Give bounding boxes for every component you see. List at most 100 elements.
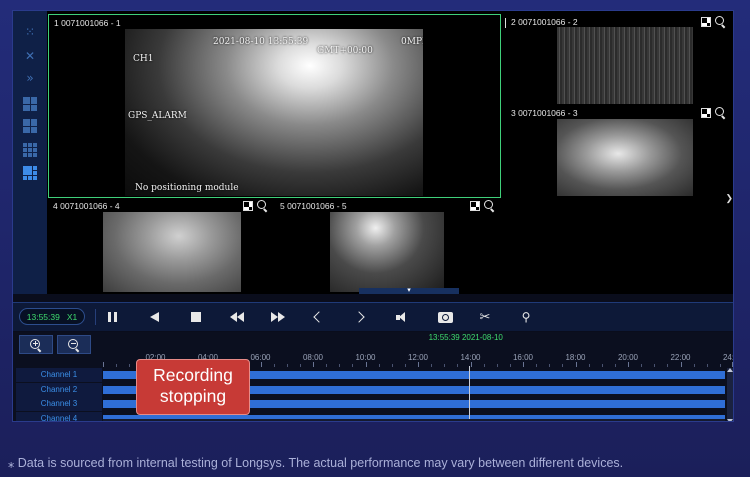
tick-mark xyxy=(129,364,131,367)
chevron-left-icon xyxy=(313,311,325,323)
osd-speed: 0MPH xyxy=(401,37,423,47)
video-cell-2[interactable]: 2 0071001066 - 2 xyxy=(506,14,732,106)
fullscreen-toggle-icon[interactable] xyxy=(470,200,480,211)
rewind-button[interactable] xyxy=(229,310,245,324)
tick-label: 16:00 xyxy=(512,353,534,362)
osd-channel: CH1 xyxy=(133,54,154,64)
zoom-icon[interactable] xyxy=(484,200,495,211)
tick-mark xyxy=(313,362,314,367)
double-chevron-right-icon[interactable]: » xyxy=(23,71,37,85)
osd-zone: GMT+00:00 xyxy=(317,46,373,56)
cell-title: 3 0071001066 - 3 xyxy=(511,108,578,118)
tick-mark xyxy=(116,364,118,367)
tick-mark xyxy=(352,364,354,367)
rewind-icon xyxy=(230,312,244,322)
volume-button[interactable] xyxy=(395,310,411,324)
playback-speed: X1 xyxy=(66,311,78,322)
tick-mark xyxy=(391,364,393,367)
tick-label: 20:00 xyxy=(617,353,639,362)
layout-1x1-icon[interactable] xyxy=(23,97,37,111)
speaker-icon xyxy=(396,311,410,323)
tick-label: 14:00 xyxy=(460,353,481,362)
video-feed xyxy=(557,119,693,196)
camera-icon xyxy=(437,311,453,323)
layout-2x2-icon[interactable] xyxy=(23,119,37,133)
fullscreen-toggle-icon[interactable] xyxy=(243,200,253,211)
layout-1plus5-icon[interactable] xyxy=(23,166,37,180)
video-cell-5[interactable]: 5 0071001066 - 5 xyxy=(275,198,501,293)
channel-row[interactable]: Channel 3 xyxy=(13,397,733,411)
channel-label: Channel 3 xyxy=(16,397,102,411)
close-icon[interactable]: ✕ xyxy=(23,49,37,63)
channel-row[interactable]: Channel 2 xyxy=(13,382,733,397)
zoom-icon[interactable] xyxy=(257,200,268,211)
cell-tools xyxy=(243,200,268,211)
tick-mark xyxy=(404,364,406,367)
tick-label: 10:00 xyxy=(355,353,376,362)
tick-label: 06:00 xyxy=(250,353,271,362)
expand-icon[interactable]: ⁙ xyxy=(23,25,37,39)
next-button[interactable] xyxy=(353,310,365,324)
tick-mark xyxy=(273,364,275,367)
layout-toolbar: ⁙ ✕ » xyxy=(13,11,47,294)
tick-mark xyxy=(719,364,721,367)
tick-mark xyxy=(431,364,433,367)
tick-mark xyxy=(588,364,590,367)
tick-mark xyxy=(496,364,498,367)
tick-mark xyxy=(365,362,367,367)
clip-button[interactable]: ✂ xyxy=(477,310,493,324)
tick-mark xyxy=(299,364,301,367)
tick-mark xyxy=(654,364,656,367)
tick-mark xyxy=(483,364,485,367)
tick-label: 18:00 xyxy=(565,353,586,362)
tick-mark xyxy=(693,364,695,367)
stop-button[interactable] xyxy=(189,310,203,324)
current-time-display: 13:55:39 X1 xyxy=(19,308,85,325)
tick-mark xyxy=(706,364,708,367)
pause-button[interactable] xyxy=(105,310,119,324)
zoom-icon[interactable] xyxy=(715,107,726,118)
snapshot-button[interactable] xyxy=(436,310,454,324)
tick-mark xyxy=(103,362,104,367)
layout-3x3-icon[interactable] xyxy=(23,143,37,157)
fullscreen-toggle-icon[interactable] xyxy=(701,16,711,27)
location-button[interactable]: ⚲ xyxy=(518,310,534,324)
channel-label: Channel 4 xyxy=(16,411,102,421)
timeline-horizontal-scrollbar[interactable] xyxy=(103,419,725,421)
zoom-out-button[interactable] xyxy=(57,335,91,354)
video-cell-1[interactable]: 1 0071001066 - 1 2021-08-10 13:55:39 GMT… xyxy=(48,14,528,198)
tick-mark xyxy=(470,362,472,367)
cell-tools xyxy=(470,200,495,211)
tick-mark xyxy=(286,364,288,367)
tick-mark xyxy=(628,362,629,367)
tick-mark xyxy=(523,362,524,367)
zoom-in-button[interactable] xyxy=(19,335,53,354)
osd-alarm: GPS_ALARM xyxy=(128,111,187,121)
video-feed: 2021-08-10 13:55:39 GMT+00:00 0MPH CH1 G… xyxy=(125,29,423,196)
tick-mark xyxy=(260,362,262,367)
cursor-time-label: 13:55:39 2021-08-10 xyxy=(428,333,503,342)
previous-button[interactable] xyxy=(313,310,325,324)
cell-title: 2 0071001066 - 2 xyxy=(511,17,578,27)
collapse-panel-toggle[interactable]: ▾ xyxy=(359,287,459,294)
chevron-right-icon[interactable]: ❯ xyxy=(725,193,733,204)
video-cell-4[interactable]: 4 0071001066 - 4 xyxy=(48,198,274,293)
fullscreen-toggle-icon[interactable] xyxy=(701,107,711,118)
video-grid: 1 0071001066 - 1 2021-08-10 13:55:39 GMT… xyxy=(47,11,733,294)
zoom-icon[interactable] xyxy=(715,16,726,27)
cell-tools xyxy=(701,107,726,118)
fast-forward-button[interactable] xyxy=(270,310,286,324)
tick-mark xyxy=(339,364,341,367)
cell-title: 5 0071001066 - 5 xyxy=(280,201,347,211)
video-cell-3[interactable]: 3 0071001066 - 3 xyxy=(506,105,732,197)
zoom-out-icon xyxy=(68,338,80,351)
channel-label: Channel 1 xyxy=(16,368,102,382)
timeline-scrollbar[interactable] xyxy=(727,368,733,421)
playhead[interactable] xyxy=(468,366,470,421)
tick-mark xyxy=(601,364,603,367)
prev-frame-button[interactable] xyxy=(147,310,161,324)
callout-line-2: stopping xyxy=(159,386,227,406)
video-feed xyxy=(103,212,241,292)
tick-mark xyxy=(536,364,538,367)
channel-row[interactable]: Channel 1 xyxy=(13,368,733,382)
